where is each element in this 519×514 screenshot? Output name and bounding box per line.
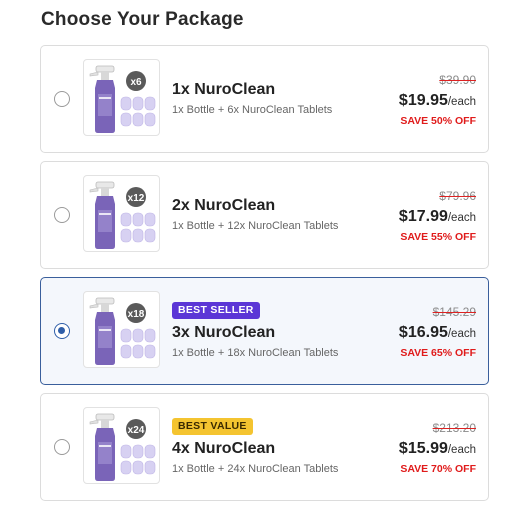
tablet-count: x18 — [128, 309, 145, 320]
package-description: 1x Bottle + 12x NuroClean Tablets — [172, 220, 339, 232]
original-price: $213.20 — [432, 421, 476, 435]
tablet-count: x12 — [128, 193, 145, 204]
package-option-4[interactable]: x24 BEST VALUE 4x NuroClean 1x Bottle + … — [40, 393, 489, 501]
page-title: Choose Your Package — [41, 9, 244, 30]
package-description: 1x Bottle + 6x NuroClean Tablets — [172, 104, 333, 116]
package-name: 2x NuroClean — [172, 197, 276, 214]
discount-label: SAVE 65% OFF — [400, 347, 476, 359]
package-option-2[interactable]: x12 2x NuroClean 1x Bottle + 12x NuroCle… — [40, 161, 489, 269]
discount-label: SAVE 50% OFF — [400, 115, 476, 127]
product-image: x18 — [83, 291, 160, 368]
radio-button[interactable] — [54, 439, 70, 455]
price-unit: /each — [447, 328, 476, 340]
sale-price: $15.99 — [398, 440, 448, 457]
product-image: x6 — [83, 59, 160, 136]
original-price: $39.90 — [439, 73, 476, 87]
discount-label: SAVE 70% OFF — [400, 463, 476, 475]
package-name: 1x NuroClean — [172, 81, 276, 98]
package-name: 3x NuroClean — [172, 324, 276, 341]
package-option-3[interactable]: x18 BEST SELLER 3x NuroClean 1x Bottle +… — [40, 277, 489, 385]
radio-button[interactable] — [54, 91, 70, 107]
tablet-count: x24 — [128, 425, 145, 436]
package-description: 1x Bottle + 18x NuroClean Tablets — [172, 347, 339, 359]
product-image: x12 — [83, 175, 160, 252]
package-name: 4x NuroClean — [172, 440, 276, 457]
original-price: $79.96 — [439, 189, 476, 203]
price-unit: /each — [447, 212, 476, 224]
discount-label: SAVE 55% OFF — [400, 231, 476, 243]
tablet-count: x6 — [130, 77, 142, 88]
sale-price: $19.95 — [398, 92, 448, 109]
sale-price: $16.95 — [398, 324, 448, 341]
package-option-1[interactable]: x6 1x NuroClean 1x Bottle + 6x NuroClean… — [40, 45, 489, 153]
radio-button-selected[interactable] — [54, 323, 70, 339]
package-description: 1x Bottle + 24x NuroClean Tablets — [172, 463, 339, 475]
radio-button[interactable] — [54, 207, 70, 223]
sale-price: $17.99 — [398, 208, 448, 225]
original-price: $145.29 — [432, 305, 476, 319]
product-image: x24 — [83, 407, 160, 484]
price-unit: /each — [447, 444, 476, 456]
best-value-badge: BEST VALUE — [172, 418, 253, 435]
price-unit: /each — [447, 96, 476, 108]
best-seller-badge: BEST SELLER — [172, 302, 260, 319]
